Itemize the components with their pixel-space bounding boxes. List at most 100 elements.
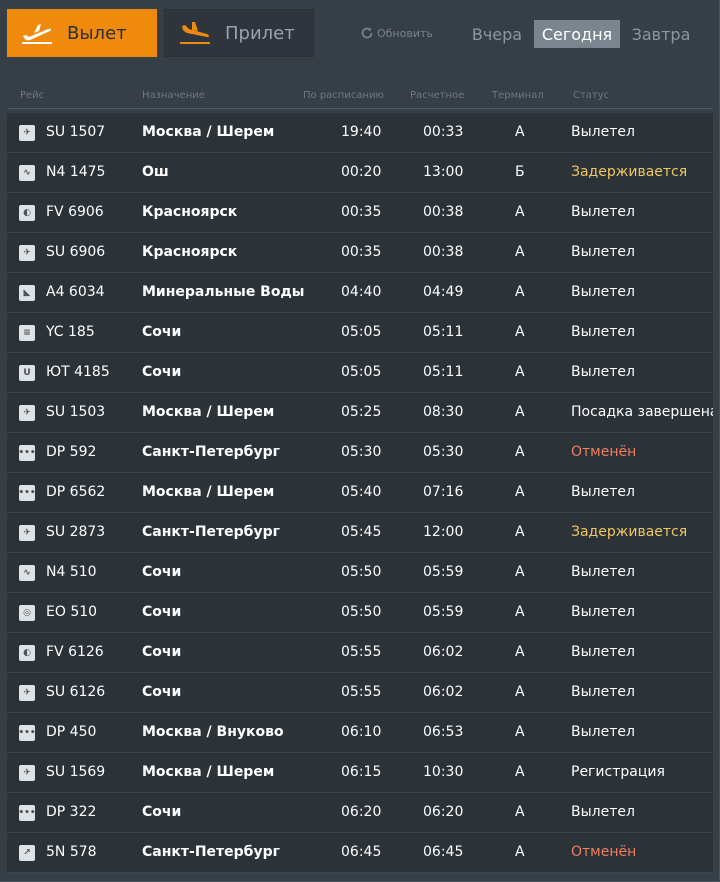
flight-terminal: A [515,324,525,340]
flight-status: Задерживается [571,524,688,540]
day-yesterday[interactable]: Вчера [462,20,532,48]
flight-status-cell: Регистрация [571,753,713,792]
smartavia-logo-icon: ↗ [19,845,35,861]
flight-number: DP 322 [46,804,97,820]
flight-scheduled-time: 00:35 [341,244,382,260]
flight-row[interactable]: ◣ A4 6034 Минеральные Воды 04:40 04:49 A Вылет… [7,273,713,313]
flight-status-cell: Вылетел [571,553,713,592]
flight-terminal: A [515,644,525,660]
flight-row[interactable]: ✈ SU 2873 Санкт-Петербург 05:45 12:00 A Задерж… [7,513,713,553]
flight-status: Вылетел [571,644,635,660]
flight-scheduled-time: 05:55 [341,644,382,660]
flight-destination: Сочи [142,684,182,700]
flight-status-cell: Вылетел [571,793,713,832]
flight-destination: Ош [142,164,169,180]
flight-estimated-time: 06:02 [423,644,464,660]
tab-arrivals[interactable]: Прилет [164,9,314,57]
flight-status-cell: Задерживается [571,153,713,192]
flight-status-cell: Вылетел [571,113,713,152]
flight-status: Вылетел [571,804,635,820]
flight-scheduled-time: 05:25 [341,404,382,420]
flight-status-cell: Посадка завершена [571,393,713,432]
flight-status: Вылетел [571,244,635,260]
flight-scheduled-time: 05:40 [341,484,382,500]
flight-row[interactable]: ✈ SU 6126 Сочи 05:55 06:02 A Вылетел [7,673,713,713]
flight-row[interactable]: U ЮТ 4185 Сочи 05:05 05:11 A Вылетел [7,353,713,393]
flight-row[interactable]: ◎ EO 510 Сочи 05:50 05:59 A Вылетел [7,593,713,633]
flight-estimated-time: 12:00 [423,524,464,540]
day-tomorrow[interactable]: Завтра [624,20,698,48]
flight-estimated-time: 10:30 [423,764,464,780]
flight-terminal: A [515,524,525,540]
flight-scheduled-time: 05:50 [341,604,382,620]
flight-row[interactable]: ↗ 5N 578 Санкт-Петербург 06:45 06:45 A Отменён [7,833,713,873]
flight-scheduled-time: 05:45 [341,524,382,540]
flight-number: N4 1475 [46,164,106,180]
pobeda-logo-icon: ••• [18,485,36,501]
flight-status: Вылетел [571,564,635,580]
flight-terminal: Б [515,164,525,180]
flight-status-cell: Вылетел [571,713,713,752]
flight-estimated-time: 06:02 [423,684,464,700]
aeroflot-logo-icon: ✈ [19,245,35,261]
flight-number: 5N 578 [46,844,97,860]
tab-departures[interactable]: Вылет [7,9,157,57]
flight-destination: Красноярск [142,204,238,220]
flight-estimated-time: 00:38 [423,244,464,260]
flight-destination: Москва / Шерем [142,484,275,500]
flight-scheduled-time: 06:10 [341,724,382,740]
pobeda-logo-icon: ••• [18,725,36,741]
aeroflot-logo-icon: ✈ [19,405,35,421]
flight-number: YC 185 [46,324,95,340]
flight-row[interactable]: ••• DP 450 Москва / Внуково 06:10 06:53 A Выле… [7,713,713,753]
flight-estimated-time: 13:00 [423,164,464,180]
day-today[interactable]: Сегодня [534,20,620,48]
flight-row[interactable]: ∿ N4 510 Сочи 05:50 05:59 A Вылетел [7,553,713,593]
flight-row[interactable]: ◐ FV 6126 Сочи 05:55 06:02 A Вылетел [7,633,713,673]
flight-estimated-time: 07:16 [423,484,464,500]
flight-row[interactable]: ••• DP 6562 Москва / Шерем 05:40 07:16 A Вылет… [7,473,713,513]
flight-estimated-time: 06:53 [423,724,464,740]
flight-status-cell: Вылетел [571,673,713,712]
flight-terminal: A [515,844,525,860]
rossiya-logo-icon: ◐ [19,645,35,661]
flight-row[interactable]: ◐ FV 6906 Красноярск 00:35 00:38 A Вылетел [7,193,713,233]
flight-row[interactable]: ✈ SU 1569 Москва / Шерем 06:15 10:30 A Регистр… [7,753,713,793]
ikar-logo-icon: ◎ [19,605,35,621]
flight-terminal: A [515,684,525,700]
pobeda-logo-icon: ••• [18,805,36,821]
flight-status: Задерживается [571,164,688,180]
flight-destination: Санкт-Петербург [142,844,280,860]
pobeda-logo-icon: ••• [18,445,36,461]
flight-board: Вылет Прилет Обновить Вчера Сегодня Завт… [0,0,720,882]
nordwind-logo-icon: ∿ [19,565,35,581]
flight-status-cell: Вылетел [571,233,713,272]
flight-destination: Сочи [142,604,182,620]
flight-scheduled-time: 06:15 [341,764,382,780]
flight-row[interactable]: ✈ SU 1503 Москва / Шерем 05:25 08:30 A Посадка… [7,393,713,433]
flight-number: DP 6562 [46,484,106,500]
tab-departures-label: Вылет [67,22,127,44]
refresh-button[interactable]: Обновить [360,26,433,40]
column-headers: Рейс Назначение По расписанию Расчетное … [7,88,713,109]
flight-number: A4 6034 [46,284,105,300]
flight-number: SU 2873 [46,524,106,540]
flight-destination: Сочи [142,364,182,380]
flight-estimated-time: 05:30 [423,444,464,460]
flight-row[interactable]: ∿ N4 1475 Ош 00:20 13:00 Б Задерживается [7,153,713,193]
flight-terminal: A [515,804,525,820]
flight-row[interactable]: ••• DP 322 Сочи 06:20 06:20 A Вылетел [7,793,713,833]
flight-terminal: A [515,284,525,300]
flight-terminal: A [515,604,525,620]
col-scheduled: По расписанию [303,90,384,101]
flight-row[interactable]: ✈ SU 6906 Красноярск 00:35 00:38 A Вылетел [7,233,713,273]
tab-arrivals-label: Прилет [225,22,295,44]
flight-destination: Санкт-Петербург [142,444,280,460]
flight-terminal: A [515,444,525,460]
col-destination: Назначение [142,90,205,101]
flight-row[interactable]: ≡ YC 185 Сочи 05:05 05:11 A Вылетел [7,313,713,353]
refresh-label: Обновить [377,26,433,40]
flight-row[interactable]: ✈ SU 1507 Москва / Шерем 19:40 00:33 A Вылетел [7,113,713,153]
flight-row[interactable]: ••• DP 592 Санкт-Петербург 05:30 05:30 A Отмен… [7,433,713,473]
flight-terminal: A [515,564,525,580]
